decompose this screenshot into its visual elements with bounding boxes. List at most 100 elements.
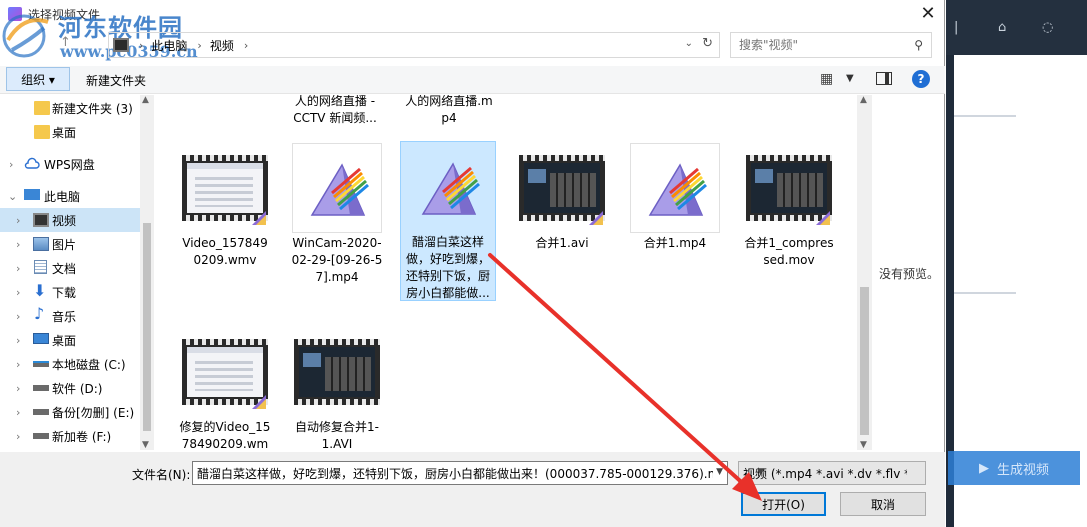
breadcrumb-separator[interactable]: › [197,39,201,52]
file-open-dialog: 选择视频文件 ✕ 河东软件园 www.pc0359.cn ↑ › 此电脑 › 视… [0,0,945,527]
up-arrow-icon[interactable]: ↑ [60,35,71,50]
nav-item-desktop[interactable]: › 桌面 [0,328,140,352]
file-item[interactable]: WinCam-2020-02-29-[09-26-57].mp4 [289,143,385,290]
home-icon[interactable]: ⌂ [998,20,1006,35]
file-name: WinCam-2020-02-29-[09-26-57].mp4 [291,236,383,284]
chevron-right-icon[interactable]: › [16,286,20,299]
nav-item-music[interactable]: › ♪ 音乐 [0,304,140,328]
chevron-right-icon[interactable]: › [16,430,20,443]
chevron-down-icon[interactable]: ⌄ [8,190,17,203]
filename-label: 文件名(N): [132,468,191,482]
search-box[interactable]: ⚲ [730,32,932,58]
nav-item-desktop-shortcut[interactable]: 桌面 [0,120,140,144]
nav-item-this-pc[interactable]: ⌄ 此电脑 [0,184,140,208]
nav-item-pictures[interactable]: › 图片 [0,232,140,256]
pictures-icon [33,237,49,251]
help-icon[interactable]: ? [912,70,930,88]
preview-pane-icon[interactable] [876,72,892,85]
nav-item-drive-d[interactable]: › 软件 (D:) [0,376,140,400]
file-item[interactable]: 合并1.mp4 [627,143,723,256]
file-name: 人的网络直播 - CCTV 新闻频... [293,95,377,125]
chevron-right-icon[interactable]: › [16,262,20,275]
file-item-partial[interactable]: 人的网络直播 - CCTV 新闻频... [287,95,383,131]
nav-item-label: 文档 [52,261,77,276]
file-list-scrollbar[interactable]: ▲ ▼ [857,95,872,450]
nav-item-label: 本地磁盘 (C:) [52,357,126,372]
nav-scroll-thumb[interactable] [143,223,151,431]
chevron-right-icon[interactable]: › [16,382,20,395]
nav-item-videos[interactable]: › 视频 [0,208,140,232]
scroll-down-icon[interactable]: ▼ [142,440,149,450]
nav-item-wps-cloud[interactable]: › WPS网盘 [0,152,140,176]
refresh-icon[interactable]: ↻ [702,36,713,51]
nav-item-downloads[interactable]: › ⬇ 下载 [0,280,140,304]
media-player-badge-icon [816,211,830,225]
breadcrumb-videos[interactable]: 视频 [210,37,234,54]
view-options-icon[interactable]: ▦ [820,71,833,87]
generate-video-label: 生成视频 [996,462,1049,478]
chevron-right-icon[interactable]: › [16,238,20,251]
chevron-right-icon[interactable]: › [16,334,20,347]
file-item[interactable]: 合并1.avi [514,143,610,256]
organize-button[interactable]: 组织 ▾ [6,67,70,91]
nav-item-documents[interactable]: › 文档 [0,256,140,280]
nav-item-label: 此电脑 [44,189,81,204]
generate-video-button[interactable]: ▶ 生成视频 [948,451,1080,485]
address-bar[interactable]: › 此电脑 › 视频 › ⌄ ↻ [108,32,720,58]
separator-icon: | [954,20,959,35]
drive-icon [33,409,49,415]
cancel-button[interactable]: 取消 [840,492,926,516]
filetype-select[interactable]: 视频 (*.mp4 *.avi *.dv *.flv *.m ▼ [738,461,926,485]
file-name: 修复的Video_1578490209.wmv [179,420,271,450]
chevron-right-icon[interactable]: › [16,214,20,227]
file-list-scroll-thumb[interactable] [860,287,869,435]
chevron-down-icon[interactable]: ⌄ [685,38,693,49]
nav-item-drive-f[interactable]: › 新加卷 (F:) [0,424,140,448]
media-player-badge-icon [589,211,603,225]
breadcrumb-separator[interactable]: › [244,39,248,52]
nav-item-drive-e[interactable]: › 备份[勿删] (E:) [0,400,140,424]
file-item[interactable]: 合并1_compressed.mov [741,143,837,273]
file-item[interactable]: 自动修复合并1-1.AVI [289,327,385,450]
drive-icon [33,433,49,439]
chevron-right-icon[interactable]: › [16,406,20,419]
file-item-partial[interactable]: 人的网络直播.mp4 [401,95,497,131]
chevron-down-icon[interactable]: ▼ [757,467,921,477]
scroll-up-icon[interactable]: ▲ [860,95,867,105]
nav-item-label: 图片 [52,237,77,252]
view-options-dropdown[interactable]: ▼ [846,73,854,84]
music-icon: ♪ [34,304,45,323]
cloud-icon [24,157,40,171]
title-bar: 选择视频文件 ✕ [0,0,945,28]
open-button[interactable]: 打开(O) [741,492,826,516]
nav-item-label: WPS网盘 [44,157,95,172]
media-file-thumbnail [292,143,382,233]
nav-scrollbar[interactable]: ▲ ▼ [140,95,154,450]
scroll-down-icon[interactable]: ▼ [860,440,867,450]
scroll-up-icon[interactable]: ▲ [142,95,149,105]
search-input[interactable] [739,38,899,52]
breadcrumb-separator[interactable]: › [139,39,143,52]
prism-media-icon [648,163,707,216]
chevron-down-icon[interactable]: ▼ [716,467,723,477]
nav-item-new-folder-3[interactable]: 新建文件夹 (3) [0,96,140,120]
filename-input[interactable] [197,466,713,480]
new-folder-button[interactable]: 新建文件夹 [86,72,146,89]
file-item-selected[interactable]: 醋溜白菜这样做，好吃到爆，还特别下饭，厨房小白都能做... [400,141,496,301]
nav-item-label: 下载 [52,285,77,300]
file-item[interactable]: Video_1578490209.wmv [177,143,273,273]
nav-item-drive-c[interactable]: › 本地磁盘 (C:) [0,352,140,376]
file-name: 合并1_compressed.mov [744,236,834,267]
app-icon [8,7,22,21]
breadcrumb-this-pc[interactable]: 此电脑 [151,37,187,54]
filename-field[interactable]: ▼ [192,461,728,485]
close-icon[interactable]: ✕ [911,0,945,26]
computer-icon [24,189,40,200]
user-icon[interactable]: ◌ [1042,20,1053,35]
file-item[interactable]: 修复的Video_1578490209.wmv [177,327,273,450]
chevron-right-icon[interactable]: › [16,358,20,371]
download-icon: ⬇ [33,281,47,300]
chevron-right-icon[interactable]: › [9,158,13,171]
search-icon[interactable]: ⚲ [914,38,923,52]
chevron-right-icon[interactable]: › [16,310,20,323]
